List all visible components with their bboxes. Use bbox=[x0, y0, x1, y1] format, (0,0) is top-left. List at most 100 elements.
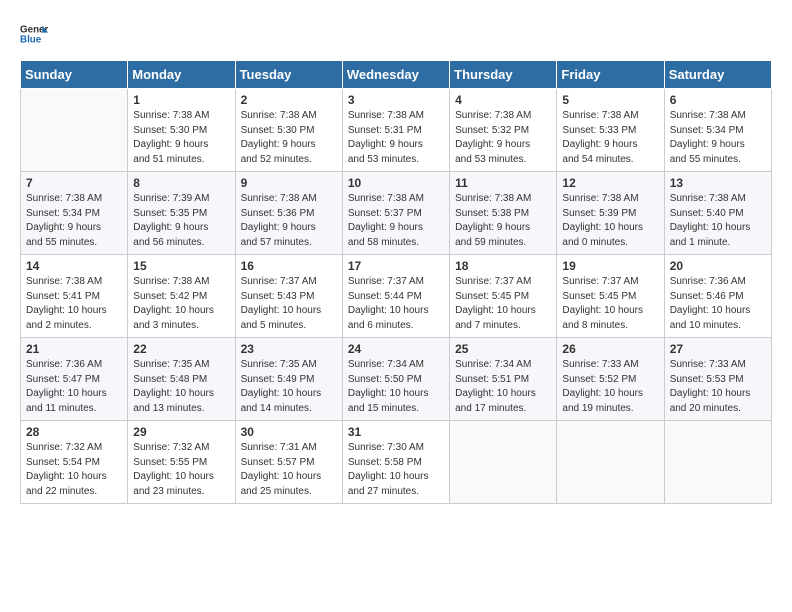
calendar-cell: 4Sunrise: 7:38 AMSunset: 5:32 PMDaylight… bbox=[450, 89, 557, 172]
header-saturday: Saturday bbox=[664, 61, 771, 89]
day-info: Sunrise: 7:37 AMSunset: 5:45 PMDaylight:… bbox=[455, 275, 551, 333]
day-number: 19 bbox=[562, 259, 658, 273]
day-info: Sunrise: 7:38 AMSunset: 5:30 PMDaylight:… bbox=[133, 109, 229, 167]
day-info: Sunrise: 7:37 AMSunset: 5:44 PMDaylight:… bbox=[348, 275, 444, 333]
day-info: Sunrise: 7:32 AMSunset: 5:55 PMDaylight:… bbox=[133, 441, 229, 499]
day-number: 21 bbox=[26, 342, 122, 356]
calendar-cell: 31 Sunrise: 7:30 AMSunset: 5:58 PMDayligh… bbox=[342, 421, 449, 504]
calendar-cell: 11 Sunrise: 7:38 AMSunset: 5:38 PMDayligh… bbox=[450, 172, 557, 255]
day-number: 15 bbox=[133, 259, 229, 273]
logo: General Blue bbox=[20, 20, 52, 48]
calendar-header-row: SundayMondayTuesdayWednesdayThursdayFrid… bbox=[21, 61, 772, 89]
calendar-cell: 7Sunrise: 7:38 AMSunset: 5:34 PMDaylight… bbox=[21, 172, 128, 255]
day-info: Sunrise: 7:33 AMSunset: 5:52 PMDaylight:… bbox=[562, 358, 658, 416]
calendar-week-row: 1 Sunrise: 7:38 AMSunset: 5:30 PMDaylight… bbox=[21, 89, 772, 172]
day-number: 1 bbox=[133, 93, 229, 107]
day-number: 16 bbox=[241, 259, 337, 273]
day-number: 24 bbox=[348, 342, 444, 356]
day-info: Sunrise: 7:38 AMSunset: 5:40 PMDaylight:… bbox=[670, 192, 766, 250]
header-tuesday: Tuesday bbox=[235, 61, 342, 89]
calendar-cell: 5 Sunrise: 7:38 AMSunset: 5:33 PMDaylight… bbox=[557, 89, 664, 172]
header-monday: Monday bbox=[128, 61, 235, 89]
day-number: 6 bbox=[670, 93, 766, 107]
day-number: 5 bbox=[562, 93, 658, 107]
calendar-cell: 22 Sunrise: 7:35 AMSunset: 5:48 PMDayligh… bbox=[128, 338, 235, 421]
day-info: Sunrise: 7:35 AMSunset: 5:49 PMDaylight:… bbox=[241, 358, 337, 416]
calendar-cell: 8 Sunrise: 7:39 AMSunset: 5:35 PMDaylight… bbox=[128, 172, 235, 255]
day-number: 14 bbox=[26, 259, 122, 273]
day-number: 22 bbox=[133, 342, 229, 356]
day-number: 30 bbox=[241, 425, 337, 439]
day-number: 8 bbox=[133, 176, 229, 190]
header-wednesday: Wednesday bbox=[342, 61, 449, 89]
day-number: 3 bbox=[348, 93, 444, 107]
calendar-cell: 10 Sunrise: 7:38 AMSunset: 5:37 PMDayligh… bbox=[342, 172, 449, 255]
day-number: 4 bbox=[455, 93, 551, 107]
day-number: 13 bbox=[670, 176, 766, 190]
day-number: 9 bbox=[241, 176, 337, 190]
day-number: 10 bbox=[348, 176, 444, 190]
calendar-cell: 29 Sunrise: 7:32 AMSunset: 5:55 PMDayligh… bbox=[128, 421, 235, 504]
day-info: Sunrise: 7:35 AMSunset: 5:48 PMDaylight:… bbox=[133, 358, 229, 416]
calendar-cell: 20Sunrise: 7:36 AMSunset: 5:46 PMDayligh… bbox=[664, 255, 771, 338]
day-number: 28 bbox=[26, 425, 122, 439]
day-info: Sunrise: 7:38 AMSunset: 5:38 PMDaylight:… bbox=[455, 192, 551, 250]
calendar-cell: 6 Sunrise: 7:38 AMSunset: 5:34 PMDaylight… bbox=[664, 89, 771, 172]
calendar-cell: 23 Sunrise: 7:35 AMSunset: 5:49 PMDayligh… bbox=[235, 338, 342, 421]
day-info: Sunrise: 7:34 AMSunset: 5:50 PMDaylight:… bbox=[348, 358, 444, 416]
calendar-cell: 1 Sunrise: 7:38 AMSunset: 5:30 PMDaylight… bbox=[128, 89, 235, 172]
calendar-cell bbox=[21, 89, 128, 172]
day-info: Sunrise: 7:32 AMSunset: 5:54 PMDaylight:… bbox=[26, 441, 122, 499]
day-info: Sunrise: 7:38 AMSunset: 5:33 PMDaylight:… bbox=[562, 109, 658, 167]
day-info: Sunrise: 7:30 AMSunset: 5:58 PMDaylight:… bbox=[348, 441, 444, 499]
calendar-cell: 28 Sunrise: 7:32 AMSunset: 5:54 PMDayligh… bbox=[21, 421, 128, 504]
calendar-table: SundayMondayTuesdayWednesdayThursdayFrid… bbox=[20, 60, 772, 504]
calendar-cell: 15 Sunrise: 7:38 AMSunset: 5:42 PMDayligh… bbox=[128, 255, 235, 338]
day-number: 12 bbox=[562, 176, 658, 190]
calendar-cell bbox=[450, 421, 557, 504]
header-thursday: Thursday bbox=[450, 61, 557, 89]
calendar-cell: 21 Sunrise: 7:36 AMSunset: 5:47 PMDayligh… bbox=[21, 338, 128, 421]
day-number: 11 bbox=[455, 176, 551, 190]
day-number: 29 bbox=[133, 425, 229, 439]
calendar-cell: 2 Sunrise: 7:38 AMSunset: 5:30 PMDaylight… bbox=[235, 89, 342, 172]
calendar-week-row: 21 Sunrise: 7:36 AMSunset: 5:47 PMDayligh… bbox=[21, 338, 772, 421]
day-info: Sunrise: 7:34 AMSunset: 5:51 PMDaylight:… bbox=[455, 358, 551, 416]
day-number: 17 bbox=[348, 259, 444, 273]
day-number: 26 bbox=[562, 342, 658, 356]
calendar-cell: 27 Sunrise: 7:33 AMSunset: 5:53 PMDayligh… bbox=[664, 338, 771, 421]
day-info: Sunrise: 7:38 AMSunset: 5:30 PMDaylight:… bbox=[241, 109, 337, 167]
day-info: Sunrise: 7:31 AMSunset: 5:57 PMDaylight:… bbox=[241, 441, 337, 499]
day-info: Sunrise: 7:38 AMSunset: 5:34 PMDaylight:… bbox=[670, 109, 766, 167]
calendar-cell bbox=[664, 421, 771, 504]
calendar-cell: 19 Sunrise: 7:37 AMSunset: 5:45 PMDayligh… bbox=[557, 255, 664, 338]
header-sunday: Sunday bbox=[21, 61, 128, 89]
logo-icon: General Blue bbox=[20, 20, 48, 48]
day-info: Sunrise: 7:38 AMSunset: 5:42 PMDaylight:… bbox=[133, 275, 229, 333]
calendar-cell: 24 Sunrise: 7:34 AMSunset: 5:50 PMDayligh… bbox=[342, 338, 449, 421]
calendar-week-row: 7Sunrise: 7:38 AMSunset: 5:34 PMDaylight… bbox=[21, 172, 772, 255]
calendar-cell: 9Sunrise: 7:38 AMSunset: 5:36 PMDaylight… bbox=[235, 172, 342, 255]
calendar-cell: 14Sunrise: 7:38 AMSunset: 5:41 PMDayligh… bbox=[21, 255, 128, 338]
day-info: Sunrise: 7:33 AMSunset: 5:53 PMDaylight:… bbox=[670, 358, 766, 416]
calendar-week-row: 14Sunrise: 7:38 AMSunset: 5:41 PMDayligh… bbox=[21, 255, 772, 338]
day-info: Sunrise: 7:39 AMSunset: 5:35 PMDaylight:… bbox=[133, 192, 229, 250]
day-info: Sunrise: 7:38 AMSunset: 5:31 PMDaylight:… bbox=[348, 109, 444, 167]
day-number: 31 bbox=[348, 425, 444, 439]
calendar-cell: 18 Sunrise: 7:37 AMSunset: 5:45 PMDayligh… bbox=[450, 255, 557, 338]
day-info: Sunrise: 7:38 AMSunset: 5:39 PMDaylight:… bbox=[562, 192, 658, 250]
header-friday: Friday bbox=[557, 61, 664, 89]
calendar-cell: 16Sunrise: 7:37 AMSunset: 5:43 PMDayligh… bbox=[235, 255, 342, 338]
day-number: 18 bbox=[455, 259, 551, 273]
day-number: 2 bbox=[241, 93, 337, 107]
day-info: Sunrise: 7:38 AMSunset: 5:34 PMDaylight:… bbox=[26, 192, 122, 250]
day-info: Sunrise: 7:38 AMSunset: 5:37 PMDaylight:… bbox=[348, 192, 444, 250]
calendar-cell: 17 Sunrise: 7:37 AMSunset: 5:44 PMDayligh… bbox=[342, 255, 449, 338]
day-info: Sunrise: 7:36 AMSunset: 5:47 PMDaylight:… bbox=[26, 358, 122, 416]
day-number: 20 bbox=[670, 259, 766, 273]
header: General Blue bbox=[20, 20, 772, 48]
calendar-cell bbox=[557, 421, 664, 504]
day-number: 27 bbox=[670, 342, 766, 356]
day-number: 23 bbox=[241, 342, 337, 356]
day-info: Sunrise: 7:37 AMSunset: 5:45 PMDaylight:… bbox=[562, 275, 658, 333]
